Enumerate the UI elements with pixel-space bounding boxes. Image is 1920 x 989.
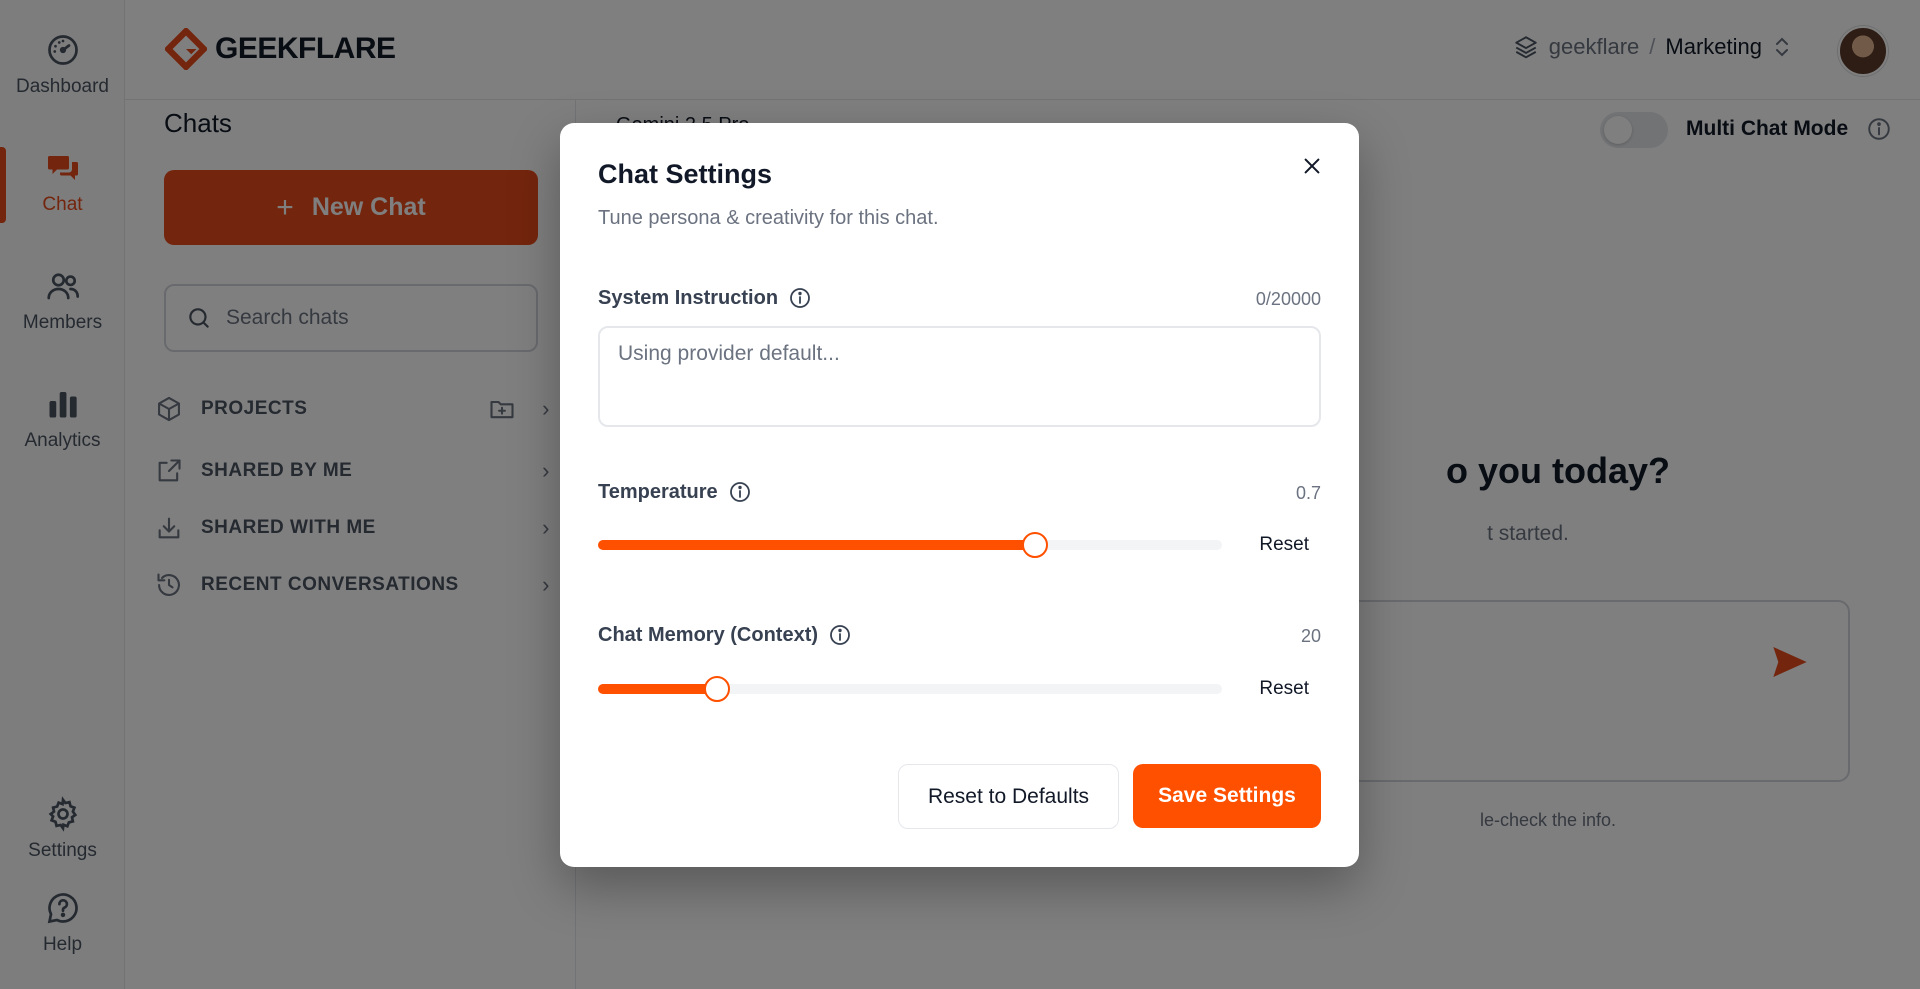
modal-subtitle: Tune persona & creativity for this chat. — [598, 207, 939, 229]
memory-value: 20 — [1300, 626, 1321, 646]
system-instruction-field[interactable] — [598, 326, 1321, 427]
temperature-slider-thumb[interactable] — [1021, 532, 1048, 558]
temperature-reset-button[interactable]: Reset — [1259, 534, 1309, 556]
memory-reset-button[interactable]: Reset — [1259, 678, 1309, 700]
info-icon[interactable] — [788, 286, 812, 310]
close-button[interactable] — [1295, 149, 1329, 183]
save-settings-button[interactable]: Save Settings — [1133, 764, 1321, 828]
modal-title: Chat Settings — [598, 159, 773, 189]
system-instruction-label-text: System Instruction — [598, 286, 779, 309]
reset-to-defaults-button[interactable]: Reset to Defaults — [898, 764, 1119, 829]
temperature-slider-fill — [598, 540, 1035, 550]
memory-slider[interactable] — [598, 676, 1222, 702]
temperature-value: 0.7 — [1295, 483, 1321, 503]
memory-label-text: Chat Memory (Context) — [598, 623, 819, 646]
temperature-label-text: Temperature — [598, 480, 718, 503]
memory-slider-fill — [598, 684, 717, 694]
system-instruction-label: System Instruction — [598, 286, 812, 310]
memory-label: Chat Memory (Context) — [598, 623, 852, 647]
memory-slider-thumb[interactable] — [703, 676, 730, 702]
system-instruction-counter: 0/20000 — [1255, 289, 1321, 309]
info-icon[interactable] — [828, 623, 852, 647]
info-icon[interactable] — [728, 480, 752, 504]
chat-settings-modal: Chat Settings Tune persona & creativity … — [560, 123, 1359, 867]
temperature-label: Temperature — [598, 480, 752, 504]
temperature-slider[interactable] — [598, 532, 1222, 558]
close-icon — [1304, 158, 1320, 174]
